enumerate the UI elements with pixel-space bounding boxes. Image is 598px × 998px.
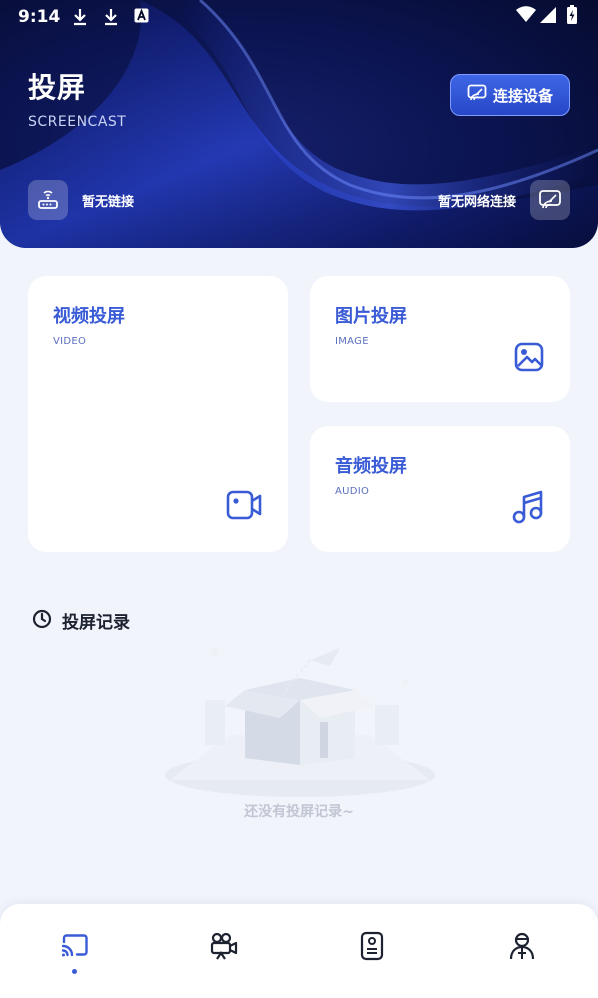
image-cast-title: 图片投屏 bbox=[335, 306, 407, 327]
clock-icon bbox=[32, 609, 52, 633]
file-icon bbox=[360, 931, 384, 965]
audio-cast-title: 音频投屏 bbox=[335, 456, 407, 477]
empty-history-text: 还没有投屏记录~ bbox=[244, 804, 354, 820]
history-title: 投屏记录 bbox=[62, 613, 130, 633]
connect-device-label: 连接设备 bbox=[492, 86, 553, 105]
download-icon bbox=[103, 8, 119, 30]
empty-box-illustration bbox=[160, 640, 440, 804]
device-status-text: 暂无链接 bbox=[82, 194, 135, 210]
status-bar: 9:14 bbox=[0, 0, 598, 34]
image-cast-subtitle: IMAGE bbox=[335, 336, 369, 347]
status-time: 9:14 bbox=[18, 7, 61, 27]
battery-charging-icon bbox=[566, 5, 578, 29]
hero-banner: 9:14 投屏 SCREENCAST 连接设备 暂无链接 暂无网络连接 bbox=[0, 0, 598, 248]
cast-icon bbox=[60, 933, 90, 963]
audio-cast-subtitle: AUDIO bbox=[335, 486, 370, 497]
a-notification-icon bbox=[134, 8, 149, 27]
wifi-icon bbox=[516, 6, 536, 27]
connect-device-button[interactable]: 连接设备 bbox=[450, 74, 570, 116]
cast-screen-icon[interactable] bbox=[530, 180, 570, 220]
video-camera-icon bbox=[226, 490, 262, 524]
cast-screen-icon bbox=[467, 84, 487, 106]
download-icon bbox=[72, 8, 88, 30]
router-icon bbox=[28, 180, 68, 220]
device-status: 暂无链接 bbox=[28, 180, 134, 220]
tab-file[interactable] bbox=[352, 928, 392, 968]
page-title: 投屏 bbox=[28, 71, 87, 104]
music-note-icon bbox=[512, 490, 544, 528]
active-tab-indicator bbox=[72, 969, 77, 974]
bottom-tab-bar bbox=[0, 904, 598, 998]
video-cast-subtitle: VIDEO bbox=[53, 336, 87, 347]
video-cast-title: 视频投屏 bbox=[53, 306, 125, 327]
video-cast-card[interactable]: 视频投屏 VIDEO bbox=[28, 276, 288, 552]
image-cast-card[interactable]: 图片投屏 IMAGE bbox=[310, 276, 570, 402]
audio-cast-card[interactable]: 音频投屏 AUDIO bbox=[310, 426, 570, 552]
camera-icon bbox=[208, 932, 238, 964]
profile-icon bbox=[508, 931, 536, 965]
page-subtitle: SCREENCAST bbox=[28, 114, 127, 130]
tab-profile[interactable] bbox=[502, 928, 542, 968]
image-icon bbox=[514, 342, 544, 376]
history-header: 投屏记录 bbox=[32, 608, 130, 633]
tab-cast[interactable] bbox=[55, 928, 95, 968]
network-status: 暂无网络连接 bbox=[438, 180, 570, 220]
network-status-text: 暂无网络连接 bbox=[437, 194, 516, 210]
signal-icon bbox=[540, 7, 557, 27]
tab-camera[interactable] bbox=[203, 928, 243, 968]
